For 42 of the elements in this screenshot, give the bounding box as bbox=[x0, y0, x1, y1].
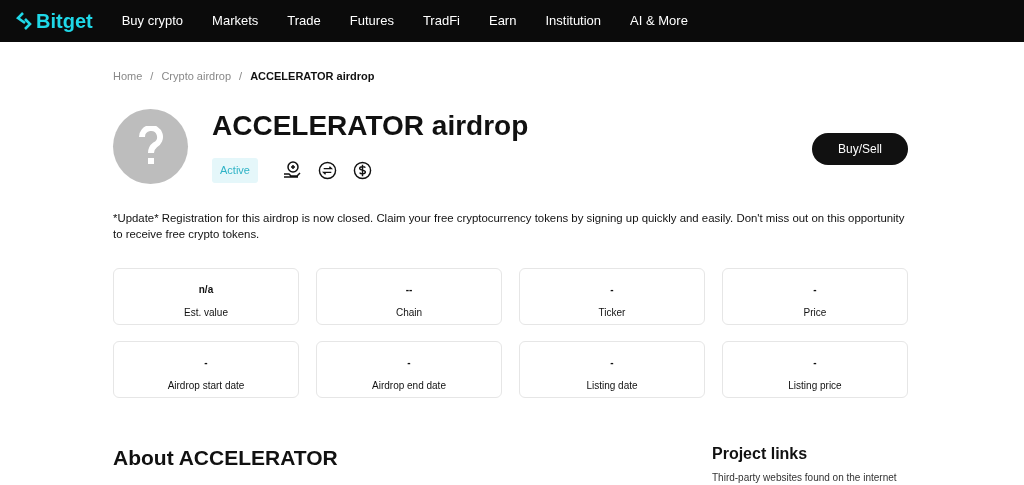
stat-label: Airdrop start date bbox=[166, 378, 246, 393]
stat-value: - bbox=[812, 282, 818, 297]
swap-icon[interactable] bbox=[317, 160, 337, 180]
nav-link[interactable]: Futures bbox=[349, 11, 394, 31]
stat-value: -- bbox=[404, 282, 414, 297]
breadcrumb-separator: / bbox=[239, 69, 243, 84]
stat-value: - bbox=[609, 282, 615, 297]
nav-link[interactable]: AI & More bbox=[630, 11, 688, 31]
nav-link[interactable]: Markets bbox=[212, 11, 259, 31]
stat-value: - bbox=[812, 355, 818, 370]
question-mark-icon bbox=[137, 126, 164, 166]
nav-link[interactable]: Earn bbox=[488, 11, 517, 31]
nav-link[interactable]: Trade bbox=[287, 11, 321, 31]
section-heading: Project links bbox=[712, 443, 809, 464]
stat-label: Airdrop end date bbox=[371, 378, 447, 393]
status-badge: Active bbox=[212, 158, 258, 183]
nav-link[interactable]: TradFi bbox=[422, 11, 460, 31]
stat-label: Est. value bbox=[183, 305, 229, 320]
breadcrumb-item[interactable]: Home bbox=[113, 68, 143, 85]
page-title: ACCELERATOR airdrop bbox=[212, 108, 530, 143]
breadcrumb-separator: / bbox=[150, 69, 154, 84]
stat-label: Price bbox=[802, 305, 828, 320]
stat-label: Listing price bbox=[787, 378, 843, 393]
stat-label: Listing date bbox=[585, 378, 639, 393]
section-heading: About ACCELERATOR bbox=[113, 444, 338, 471]
stat-value: n/a bbox=[197, 282, 215, 297]
stat-value: - bbox=[609, 355, 615, 370]
buy-sell-button[interactable]: Buy/Sell bbox=[811, 132, 908, 165]
nav-link[interactable]: Buy crypto bbox=[121, 11, 184, 31]
stat-label: Ticker bbox=[597, 305, 627, 320]
logo-text[interactable]: Bitget bbox=[36, 6, 93, 36]
breadcrumb-item: ACCELERATOR airdrop bbox=[250, 69, 375, 84]
note-text: Third-party websites found on the internet bbox=[712, 470, 898, 485]
stat-value: - bbox=[406, 355, 412, 370]
description-text: *Update* Registration for this airdrop is now closed. Claim your free cryptocurrency tokens by signing up quickly and easily. Don't miss out on this opportunity to receive free crypto tokens. bbox=[113, 210, 906, 242]
stat-value: - bbox=[203, 355, 209, 370]
stat-label: Chain bbox=[394, 305, 424, 320]
logo-icon[interactable] bbox=[16, 12, 32, 30]
dollar-icon[interactable] bbox=[352, 160, 372, 180]
nav-link[interactable]: Institution bbox=[545, 11, 602, 31]
hand-coin-icon[interactable] bbox=[281, 160, 302, 181]
breadcrumb-item[interactable]: Crypto airdrop bbox=[161, 68, 232, 85]
